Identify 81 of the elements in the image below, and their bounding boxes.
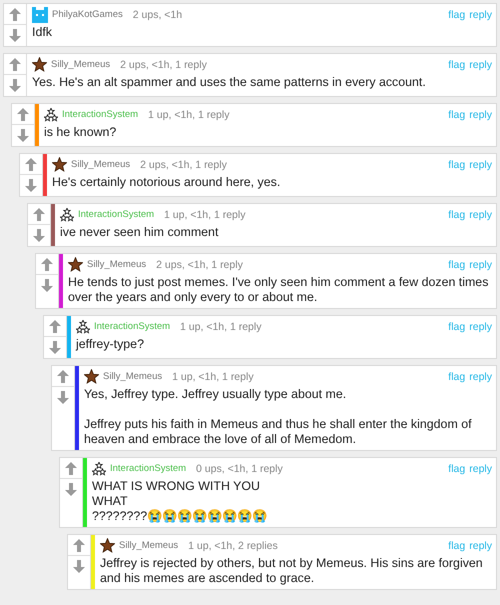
flag-link[interactable]: flag bbox=[448, 370, 466, 382]
username: InteractionSystem bbox=[78, 209, 154, 220]
reply-link[interactable]: reply bbox=[469, 320, 492, 332]
reply-link[interactable]: reply bbox=[469, 258, 492, 270]
comment-text: WHAT IS WRONG WITH YOU WHAT ????????😭😭😭😭😭😭😭😭 bbox=[92, 479, 268, 524]
username: InteractionSystem bbox=[62, 109, 138, 120]
comment-meta: 1 up, <1h, 1 reply bbox=[164, 208, 246, 220]
star-icon bbox=[84, 369, 99, 384]
reply-link[interactable]: reply bbox=[469, 8, 492, 20]
up-arrow-icon bbox=[9, 8, 21, 20]
star-icon bbox=[52, 157, 67, 172]
star-icon bbox=[32, 57, 47, 72]
comment-text: ive never seen him comment bbox=[60, 225, 220, 240]
comment-meta: 0 ups, <1h, 1 reply bbox=[196, 462, 283, 474]
down-arrow-icon bbox=[33, 229, 45, 242]
comment-text: Yes, Jeffrey type. Jeffrey usually type about me. bbox=[84, 387, 348, 402]
comment-text: jeffrey-type? bbox=[76, 337, 145, 352]
flag-link[interactable]: flag bbox=[448, 208, 466, 220]
up-arrow-icon bbox=[57, 370, 69, 382]
stars-icon bbox=[60, 208, 74, 222]
up-arrow-icon bbox=[41, 258, 53, 270]
username: Silly_Memeus bbox=[87, 259, 146, 270]
up-arrow-icon bbox=[25, 158, 37, 170]
down-arrow-icon bbox=[9, 29, 21, 42]
comment-meta: 1 up, <1h, 1 reply bbox=[180, 320, 262, 332]
comment-text: Jeffrey is rejected by others, but not by Memeus. His sins are forgiven and his memes are ascended to grace. bbox=[100, 556, 484, 586]
comment-text: is he known? bbox=[44, 125, 118, 140]
username: Silly_Memeus bbox=[119, 540, 178, 551]
comment-meta: 2 ups, <1h, 1 reply bbox=[120, 58, 207, 70]
reply-link[interactable]: reply bbox=[469, 370, 492, 382]
cat-icon bbox=[32, 6, 48, 22]
username: Silly_Memeus bbox=[51, 59, 110, 70]
reply-link[interactable]: reply bbox=[469, 158, 492, 170]
reply-link[interactable]: reply bbox=[469, 208, 492, 220]
flag-link[interactable]: flag bbox=[448, 462, 466, 474]
down-arrow-icon bbox=[57, 391, 69, 404]
down-arrow-icon bbox=[65, 483, 77, 496]
comment-text: He tends to just post memes. I've only seen him comment a few dozen times over the years and only every to or about me. bbox=[68, 275, 490, 305]
star-icon bbox=[100, 538, 115, 553]
username: InteractionSystem bbox=[110, 463, 186, 474]
flag-link[interactable]: flag bbox=[448, 320, 466, 332]
comment-meta: 1 up, <1h, 2 replies bbox=[188, 540, 278, 552]
username: InteractionSystem bbox=[94, 321, 170, 332]
up-arrow-icon bbox=[33, 208, 45, 220]
flag-link[interactable]: flag bbox=[448, 158, 466, 170]
comment-meta: 1 up, <1h, 1 reply bbox=[148, 108, 230, 120]
stars-icon bbox=[92, 462, 106, 476]
up-arrow-icon bbox=[49, 320, 61, 332]
comment-meta: 2 ups, <1h bbox=[132, 8, 182, 20]
comment-meta: 2 ups, <1h, 1 reply bbox=[140, 158, 227, 170]
reply-link[interactable]: reply bbox=[469, 540, 492, 552]
comment-meta: 1 up, <1h, 1 reply bbox=[172, 370, 254, 382]
username: Silly_Memeus bbox=[71, 159, 130, 170]
reply-link[interactable]: reply bbox=[469, 108, 492, 120]
username: Silly_Memeus bbox=[103, 371, 162, 382]
stars-icon bbox=[76, 320, 90, 334]
up-arrow-icon bbox=[17, 108, 29, 120]
username: PhilyaKotGames bbox=[52, 9, 123, 20]
comment-text: Yes. He's an alt spammer and uses the same patterns in every account. bbox=[32, 75, 427, 90]
reply-link[interactable]: reply bbox=[469, 58, 492, 70]
reply-link[interactable]: reply bbox=[469, 462, 492, 474]
up-arrow-icon bbox=[65, 462, 77, 474]
comment-text: Jeffrey puts his faith in Memeus and thus he shall enter the kingdom of heaven and embrace the love of all of Memedom. bbox=[84, 417, 473, 447]
comment-text: He's certainly notorious around here, yes. bbox=[52, 175, 282, 190]
up-arrow-icon bbox=[9, 58, 21, 70]
down-arrow-icon bbox=[17, 129, 29, 142]
flag-link[interactable]: flag bbox=[448, 58, 466, 70]
flag-link[interactable]: flag bbox=[448, 540, 466, 552]
flag-link[interactable]: flag bbox=[448, 8, 466, 20]
up-arrow-icon bbox=[73, 538, 85, 552]
down-arrow-icon bbox=[41, 279, 53, 292]
flag-link[interactable]: flag bbox=[448, 258, 466, 270]
comment-text: Idfk bbox=[32, 25, 53, 40]
down-arrow-icon bbox=[49, 341, 61, 354]
down-arrow-icon bbox=[9, 79, 21, 92]
down-arrow-icon bbox=[73, 560, 85, 573]
flag-link[interactable]: flag bbox=[448, 108, 466, 120]
star-icon bbox=[68, 257, 83, 272]
comment-meta: 2 ups, <1h, 1 reply bbox=[156, 258, 243, 270]
stars-icon bbox=[44, 108, 58, 122]
down-arrow-icon bbox=[25, 179, 37, 192]
